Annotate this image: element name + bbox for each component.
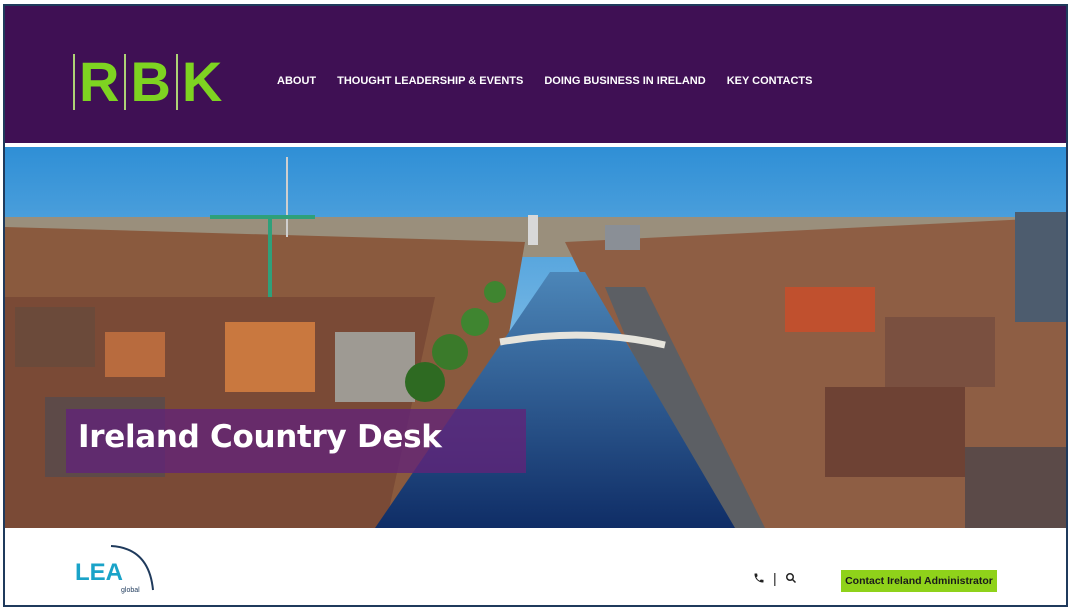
hero-title: Ireland Country Desk (78, 419, 442, 455)
footer-utility: | (753, 570, 797, 586)
page-frame: R B K ABOUT THOUGHT LEADERSHIP & EVENTS … (3, 4, 1068, 607)
logo-letter-b: B (130, 50, 172, 113)
contact-administrator-button[interactable]: Contact Ireland Administrator (841, 570, 997, 592)
site-footer: LEA global | Contact Ireland Administrat… (5, 528, 1066, 605)
nav-item-thought-leadership[interactable]: THOUGHT LEADERSHIP & EVENTS (337, 75, 523, 87)
phone-icon[interactable] (753, 572, 765, 584)
main-nav: ABOUT THOUGHT LEADERSHIP & EVENTS DOING … (277, 75, 833, 87)
nav-item-doing-business[interactable]: DOING BUSINESS IN IRELAND (544, 75, 705, 87)
rbk-logo[interactable]: R B K (73, 54, 223, 110)
logo-letter-k: K (181, 50, 224, 113)
lea-logo-text: LEA (75, 559, 123, 586)
lea-logo-subtext: global (121, 587, 140, 594)
search-icon[interactable] (785, 572, 797, 584)
site-header: R B K ABOUT THOUGHT LEADERSHIP & EVENTS … (5, 6, 1066, 143)
nav-item-key-contacts[interactable]: KEY CONTACTS (727, 75, 813, 87)
hero-caption: Ireland Country Desk (66, 409, 526, 473)
lea-logo-mark: LEA global (75, 545, 154, 594)
footer-separator: | (773, 570, 777, 586)
logo-letter-r: R (79, 50, 121, 113)
hero-banner: Ireland Country Desk (5, 147, 1066, 528)
lea-global-logo[interactable]: LEA global (71, 540, 161, 596)
nav-item-about[interactable]: ABOUT (277, 75, 316, 87)
